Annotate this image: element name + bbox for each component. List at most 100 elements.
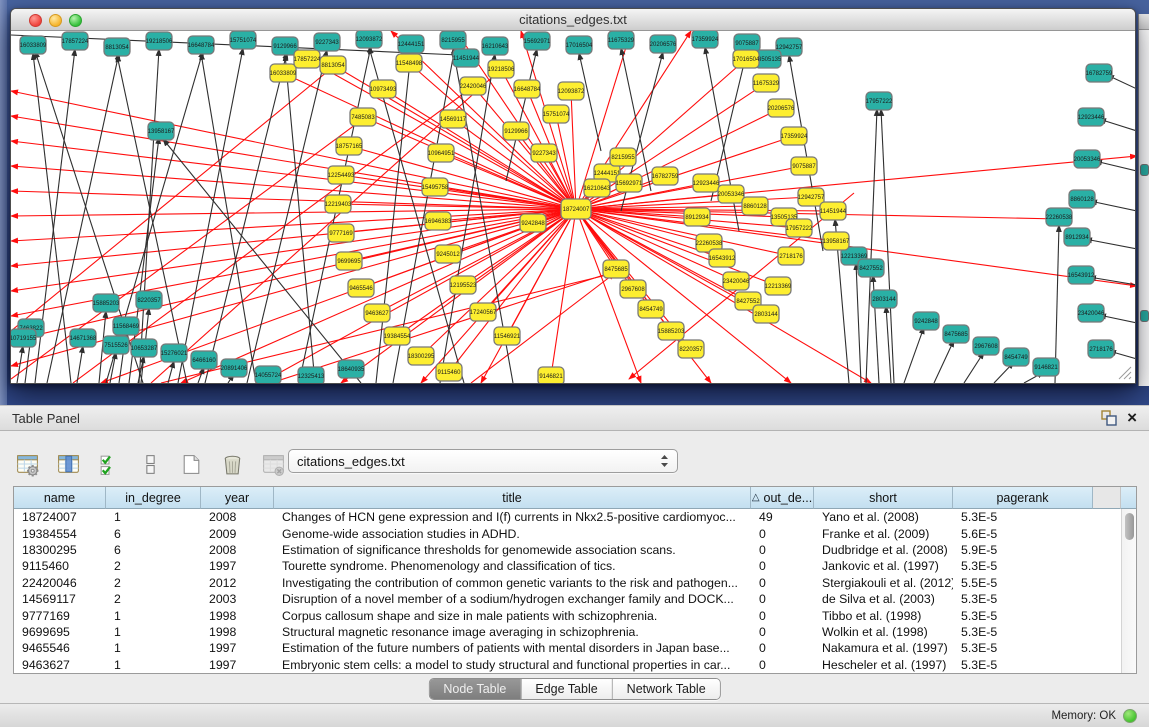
- table-row[interactable]: 1938455462009Genome-wide association stu…: [14, 525, 1136, 541]
- graph-node[interactable]: 8475685: [943, 325, 969, 343]
- graph-node[interactable]: 9115460: [436, 363, 462, 381]
- table-row[interactable]: 977716911998Corpus callosum shape and si…: [14, 607, 1136, 623]
- float-panel-icon[interactable]: [1099, 409, 1119, 427]
- graph-node[interactable]: 20053346: [1074, 150, 1101, 168]
- table-row[interactable]: 2242004622012Investigating the contribut…: [14, 575, 1136, 591]
- graph-node[interactable]: 16648784: [188, 36, 215, 54]
- graph-node[interactable]: 17359924: [781, 127, 808, 145]
- graph-node[interactable]: 15751074: [543, 105, 570, 123]
- graph-node[interactable]: 16543912: [1068, 266, 1095, 284]
- graph-node[interactable]: 17857224: [62, 32, 89, 50]
- graph-node[interactable]: 8427552: [858, 259, 884, 277]
- graph-node[interactable]: 9777169: [328, 224, 354, 242]
- graph-node[interactable]: 8215955: [610, 148, 636, 166]
- graph-node[interactable]: 17016504: [566, 36, 593, 54]
- graph-node[interactable]: 12325413: [298, 367, 325, 383]
- column-header-outde[interactable]: △out_de...: [751, 487, 814, 509]
- graph-node[interactable]: 12195523: [450, 276, 477, 294]
- graph-node[interactable]: 11675329: [608, 31, 635, 49]
- graph-node[interactable]: 23420046: [1078, 304, 1105, 322]
- graph-node[interactable]: 15885203: [93, 294, 120, 312]
- graph-node[interactable]: 22420046: [460, 77, 487, 95]
- graph-node[interactable]: 12093872: [356, 31, 383, 48]
- graph-node[interactable]: 18724007: [561, 199, 591, 219]
- graph-node[interactable]: 14569117: [440, 110, 467, 128]
- minimize-window-button[interactable]: [49, 14, 62, 27]
- graph-node[interactable]: 16033809: [20, 36, 47, 54]
- graph-node[interactable]: 20206576: [768, 99, 795, 117]
- scrollbar-thumb[interactable]: [1125, 513, 1134, 540]
- graph-node[interactable]: 11675329: [753, 74, 780, 92]
- graph-node[interactable]: 16946383: [425, 212, 452, 230]
- graph-node[interactable]: 8860128: [742, 197, 768, 215]
- graph-node[interactable]: 15495758: [422, 178, 449, 196]
- graph-node[interactable]: 17016504: [733, 50, 760, 68]
- graph-node[interactable]: 16033809: [270, 64, 297, 82]
- graph-node[interactable]: 9463627: [364, 304, 390, 322]
- graph-node[interactable]: 9146821: [1033, 358, 1059, 376]
- graph-node[interactable]: 12219403: [325, 195, 352, 213]
- graph-node[interactable]: 17957222: [866, 92, 893, 110]
- graph-node[interactable]: 9242848: [913, 312, 939, 330]
- table-row[interactable]: 946362711997Embryonic stem cells: a mode…: [14, 657, 1136, 673]
- tab-edge-table[interactable]: Edge Table: [521, 679, 612, 699]
- graph-node[interactable]: 15885203: [658, 322, 685, 340]
- row-height-button[interactable]: [135, 450, 165, 478]
- graph-node[interactable]: 16648784: [514, 80, 541, 98]
- graph-node[interactable]: 9699695: [336, 252, 362, 270]
- table-row[interactable]: 1830029562008Estimation of significance …: [14, 542, 1136, 558]
- table-row[interactable]: 946554611997Estimation of the future num…: [14, 640, 1136, 656]
- graph-node[interactable]: 2967608: [620, 280, 646, 298]
- tab-network-table[interactable]: Network Table: [613, 679, 720, 699]
- graph-node[interactable]: 10719155: [11, 329, 37, 347]
- graph-node[interactable]: 12923446: [1078, 108, 1105, 126]
- new-table-button[interactable]: [176, 450, 206, 478]
- graph-node[interactable]: 8813054: [320, 56, 346, 74]
- graph-node[interactable]: 11548498: [396, 54, 423, 72]
- graph-node[interactable]: 10653287: [131, 339, 158, 357]
- graph-node[interactable]: 9129966: [503, 122, 529, 140]
- graph-node[interactable]: 23420046: [723, 272, 750, 290]
- graph-node[interactable]: 20053346: [718, 185, 745, 203]
- delete-attribute-button[interactable]: [217, 450, 247, 478]
- window-titlebar[interactable]: citations_edges.txt: [11, 9, 1135, 31]
- graph-node[interactable]: 12923446: [693, 174, 720, 192]
- graph-node[interactable]: 2803144: [871, 290, 897, 308]
- table-column-button[interactable]: [53, 450, 83, 478]
- graph-node[interactable]: 8475685: [603, 260, 629, 278]
- graph-node[interactable]: 14671368: [70, 329, 97, 347]
- graph-node[interactable]: 8220357: [678, 340, 704, 358]
- table-row[interactable]: 911546021997Tourette syndrome. Phenomeno…: [14, 558, 1136, 574]
- delete-table-button[interactable]: [258, 450, 288, 478]
- column-header-name[interactable]: name: [14, 487, 106, 509]
- graph-node[interactable]: 16543912: [709, 249, 736, 267]
- graph-node[interactable]: 18300295: [408, 347, 435, 365]
- graph-node[interactable]: 16210643: [584, 179, 611, 197]
- graph-node[interactable]: 10964951: [428, 144, 455, 162]
- graph-node[interactable]: 19218506: [488, 60, 515, 78]
- graph-node[interactable]: 18640935: [338, 360, 365, 378]
- graph-node[interactable]: 22260538: [1046, 208, 1073, 226]
- graph-node[interactable]: 19218506: [146, 32, 173, 50]
- graph-node[interactable]: 8454749: [638, 300, 664, 318]
- graph-node[interactable]: 11568469: [113, 317, 140, 335]
- tab-node-table[interactable]: Node Table: [429, 679, 521, 699]
- graph-node[interactable]: 9227343: [314, 33, 340, 51]
- graph-node[interactable]: 17957222: [786, 219, 813, 237]
- graph-node[interactable]: 13958167: [148, 122, 175, 140]
- graph-node[interactable]: 2803144: [753, 305, 779, 323]
- graph-node[interactable]: 9465546: [348, 279, 374, 297]
- column-header-pagerank[interactable]: pagerank: [953, 487, 1093, 509]
- graph-node[interactable]: 8912934: [1064, 228, 1090, 246]
- graph-node[interactable]: 6466160: [191, 351, 217, 369]
- column-header-title[interactable]: title: [274, 487, 751, 509]
- table-settings-button[interactable]: [12, 450, 42, 478]
- column-header-indegree[interactable]: in_degree: [106, 487, 201, 509]
- graph-node[interactable]: 8860128: [1069, 190, 1095, 208]
- graph-node[interactable]: 14055724: [255, 366, 282, 383]
- graph-node[interactable]: 2718176: [778, 247, 804, 265]
- graph-node[interactable]: 9146821: [538, 367, 564, 383]
- graph-node[interactable]: 8215955: [440, 31, 466, 49]
- vertical-scrollbar[interactable]: [1121, 509, 1136, 673]
- graph-node[interactable]: 19384554: [384, 327, 411, 345]
